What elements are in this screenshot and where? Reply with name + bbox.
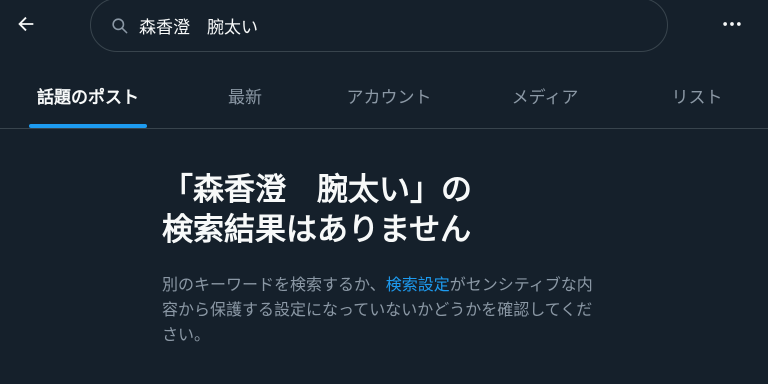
- tab-media[interactable]: メディア: [464, 62, 626, 128]
- arrow-left-icon: [15, 13, 37, 39]
- search-settings-link[interactable]: 検索設定: [386, 275, 450, 294]
- top-bar: [0, 0, 768, 54]
- tab-label: メディア: [511, 87, 579, 108]
- tab-label: 最新: [228, 87, 262, 108]
- search-results-page: 話題のポスト 最新 アカウント メディア リスト 「森香澄 腕太い」の 検索結果…: [0, 0, 768, 384]
- tab-latest[interactable]: 最新: [176, 62, 314, 128]
- tab-label: アカウント: [346, 87, 432, 108]
- tab-label: 話題のポスト: [37, 87, 139, 108]
- search-input[interactable]: [137, 14, 621, 36]
- search-icon: [109, 15, 129, 35]
- tab-bar: 話題のポスト 最新 アカウント メディア リスト: [0, 62, 768, 128]
- search-box[interactable]: [90, 0, 668, 52]
- tab-divider: [0, 128, 768, 129]
- empty-state: 「森香澄 腕太い」の 検索結果はありません 別のキーワードを検索するか、検索設定…: [162, 170, 622, 347]
- description-text: 別のキーワードを検索するか、: [162, 275, 386, 294]
- empty-state-title: 「森香澄 腕太い」の 検索結果はありません: [162, 172, 472, 248]
- more-options-button[interactable]: [712, 6, 752, 46]
- tab-lists[interactable]: リスト: [626, 62, 768, 128]
- empty-state-description: 別のキーワードを検索するか、検索設定がセンシティブな内容から保護する設定になって…: [162, 272, 602, 347]
- tab-top-posts[interactable]: 話題のポスト: [0, 62, 176, 128]
- tab-accounts[interactable]: アカウント: [314, 62, 464, 128]
- more-horizontal-icon: [721, 13, 743, 39]
- back-button[interactable]: [6, 6, 46, 46]
- tab-label: リスト: [671, 87, 723, 108]
